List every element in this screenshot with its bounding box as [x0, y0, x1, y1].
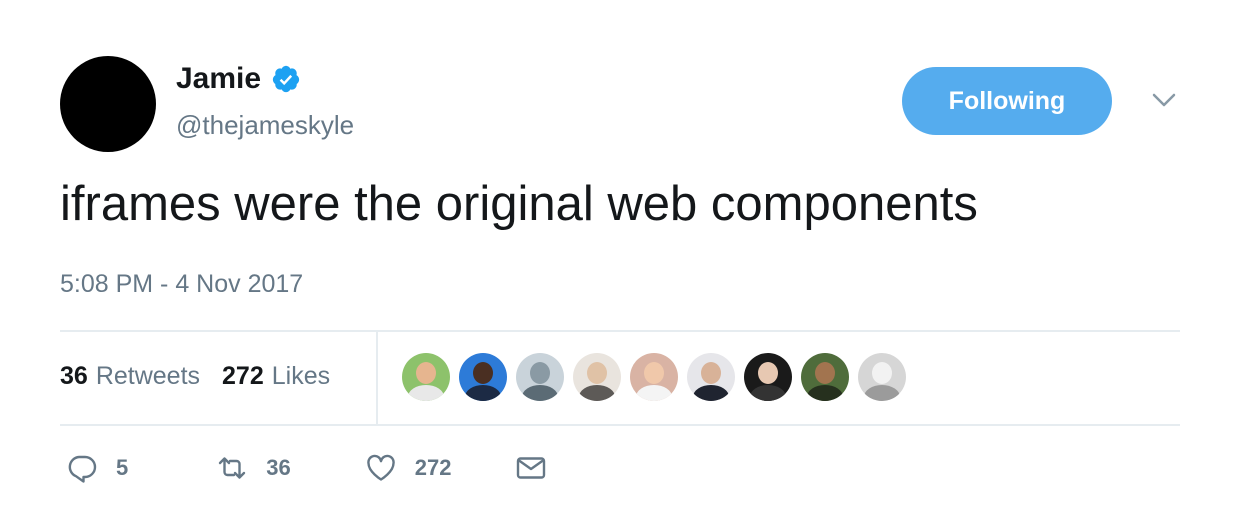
retweets-label: Retweets [95, 362, 201, 390]
following-button[interactable]: Following [902, 67, 1112, 135]
retweet-icon [219, 457, 246, 479]
author-handle[interactable]: @thejameskyle [176, 110, 354, 141]
liker-avatar[interactable] [801, 353, 849, 401]
like-count: 272 [414, 455, 452, 480]
retweets-stat[interactable]: 36 Retweets [60, 362, 200, 391]
reply-icon [68, 455, 97, 483]
chevron-down-icon[interactable] [1150, 90, 1178, 110]
reply-count: 5 [116, 455, 129, 480]
author-avatar[interactable] [60, 56, 156, 152]
retweets-count: 36 [60, 362, 88, 390]
tweet-timestamp[interactable]: 5:08 PM - 4 Nov 2017 [60, 270, 303, 299]
liker-avatar[interactable] [402, 353, 450, 401]
direct-message-action[interactable] [515, 452, 547, 484]
likes-label: Likes [271, 362, 331, 390]
liker-avatar[interactable] [687, 353, 735, 401]
reply-action[interactable]: 5 [66, 452, 128, 484]
tweet-actions: 5 36 272 [66, 452, 597, 484]
liker-avatar[interactable] [516, 353, 564, 401]
retweet-count: 36 [266, 455, 291, 480]
likers-avatars [402, 353, 915, 401]
likes-stat[interactable]: 272 Likes [222, 362, 330, 391]
author-name-row: Jamie [176, 62, 301, 96]
divider-top [60, 330, 1180, 332]
stats-divider [376, 332, 378, 424]
verified-badge-icon [272, 65, 300, 93]
author-name[interactable]: Jamie [176, 62, 261, 96]
like-action[interactable]: 272 [365, 452, 452, 484]
divider-bottom [60, 424, 1180, 426]
likes-count: 272 [222, 362, 264, 390]
liker-avatar[interactable] [858, 353, 906, 401]
tweet-text: iframes were the original web components [60, 177, 978, 231]
liker-avatar[interactable] [459, 353, 507, 401]
envelope-icon [517, 457, 546, 479]
tweet-stats: 36 Retweets 272 Likes [60, 362, 352, 391]
retweet-action[interactable]: 36 [216, 452, 291, 484]
liker-avatar[interactable] [573, 353, 621, 401]
liker-avatar[interactable] [744, 353, 792, 401]
liker-avatar[interactable] [630, 353, 678, 401]
heart-icon [367, 454, 395, 481]
